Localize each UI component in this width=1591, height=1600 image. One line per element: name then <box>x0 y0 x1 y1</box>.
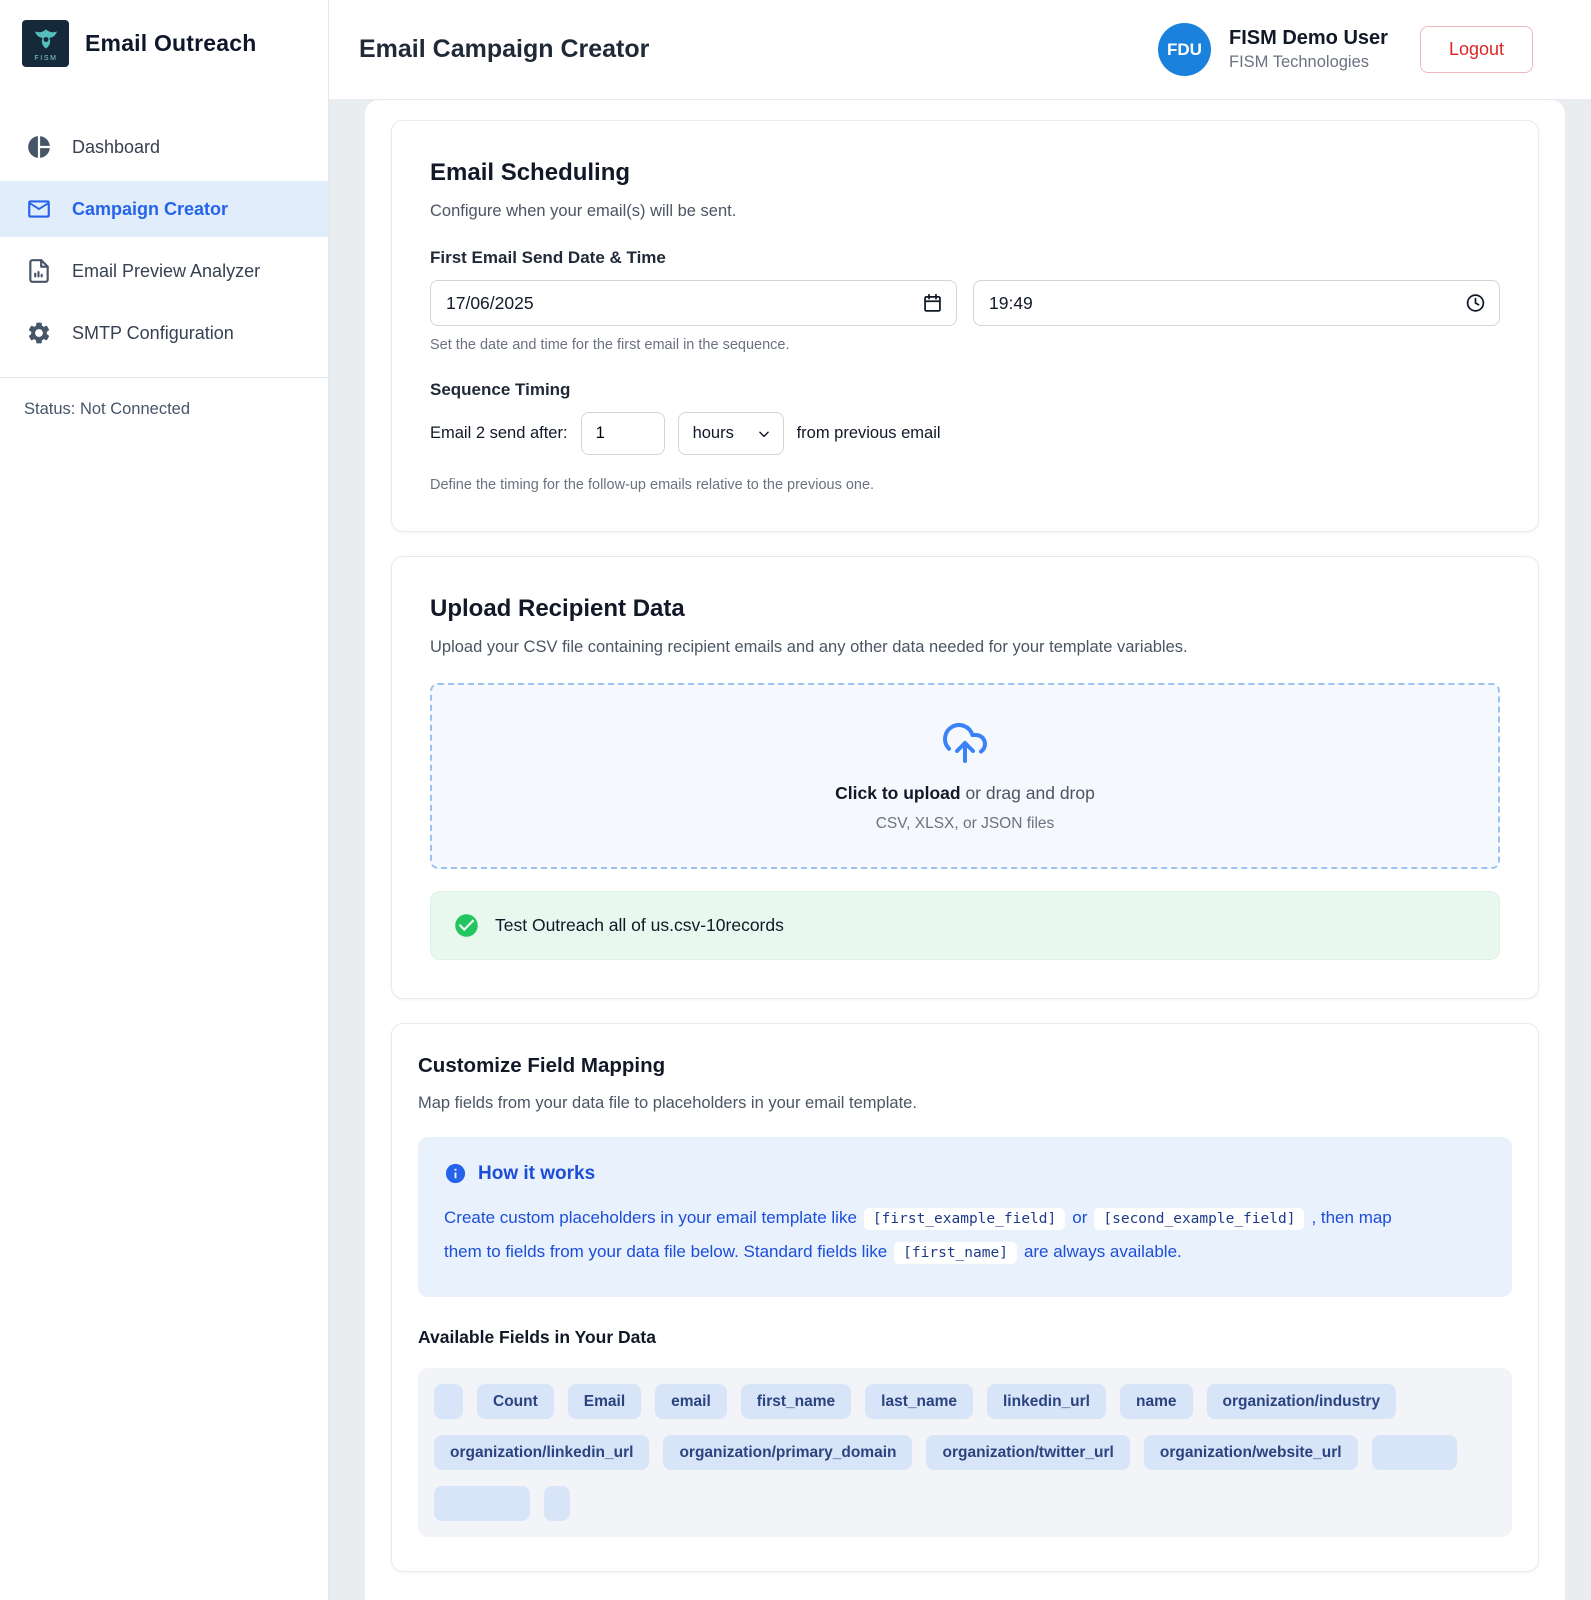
field-chip[interactable]: last_name <box>865 1384 973 1419</box>
sidebar-item-email-preview-analyzer[interactable]: Email Preview Analyzer <box>0 243 328 299</box>
how-it-works-text-4: are always available. <box>1024 1242 1182 1261</box>
mapping-title: Customize Field Mapping <box>418 1054 1512 1078</box>
page-title: Email Campaign Creator <box>359 35 649 64</box>
calendar-icon[interactable] <box>922 293 943 314</box>
sidebar-item-label: Email Preview Analyzer <box>72 258 260 284</box>
how-it-works-box: How it works Create custom placeholders … <box>418 1137 1512 1297</box>
sequence-unit-value: hours <box>693 424 734 443</box>
time-field <box>973 280 1500 326</box>
scrollbar-track[interactable] <box>1565 100 1591 1600</box>
sequence-suffix-label: from previous email <box>797 424 941 443</box>
upload-recipient-card: Upload Recipient Data Upload your CSV fi… <box>391 556 1539 999</box>
user-name: FISM Demo User <box>1229 27 1388 50</box>
how-it-works-text: Create custom placeholders in your email… <box>444 1201 1404 1269</box>
placeholder-code-1: [first_example_field] <box>864 1208 1065 1230</box>
field-chip[interactable]: linkedin_url <box>987 1384 1106 1419</box>
date-field <box>430 280 957 326</box>
field-chip[interactable]: organization/linkedin_url <box>434 1435 649 1470</box>
user-info: FISM Demo User FISM Technologies <box>1229 27 1388 72</box>
app-brand: FISM Email Outreach <box>0 0 328 85</box>
sequence-hours-input[interactable] <box>581 412 665 455</box>
field-chip[interactable]: organization/primary_domain <box>663 1435 912 1470</box>
upload-success-banner: Test Outreach all of us.csv-10records <box>430 891 1500 960</box>
sequence-unit-select[interactable]: hours <box>678 412 784 455</box>
file-dropzone[interactable]: Click to upload or drag and drop CSV, XL… <box>430 683 1500 869</box>
send-date-input[interactable] <box>430 280 957 326</box>
user-company: FISM Technologies <box>1229 53 1388 72</box>
dropzone-secondary-text: or drag and drop <box>965 783 1094 803</box>
page-header: Email Campaign Creator FDU FISM Demo Use… <box>329 0 1591 100</box>
envelope-icon <box>26 196 52 222</box>
placeholder-code-2: [second_example_field] <box>1094 1208 1304 1230</box>
sidebar-item-label: Dashboard <box>72 134 160 160</box>
sidebar-item-dashboard[interactable]: Dashboard <box>0 119 328 175</box>
field-chip[interactable] <box>434 1486 530 1521</box>
field-chip[interactable]: Count <box>477 1384 554 1419</box>
field-chip[interactable] <box>1372 1435 1457 1470</box>
available-fields-title: Available Fields in Your Data <box>418 1327 1512 1348</box>
send-time-input[interactable] <box>973 280 1500 326</box>
sequence-timing-label: Sequence Timing <box>430 380 1500 400</box>
first-send-help: Set the date and time for the first emai… <box>430 337 1500 353</box>
app-title: Email Outreach <box>85 30 257 57</box>
field-chip[interactable]: name <box>1120 1384 1193 1419</box>
avatar: FDU <box>1158 23 1211 76</box>
sidebar-item-label: Campaign Creator <box>72 196 228 222</box>
logout-button[interactable]: Logout <box>1420 26 1533 73</box>
upload-title: Upload Recipient Data <box>430 595 1500 623</box>
gear-icon <box>26 320 52 346</box>
field-chip[interactable]: organization/website_url <box>1144 1435 1358 1470</box>
upload-subtitle: Upload your CSV file containing recipien… <box>430 638 1500 657</box>
svg-text:FISM: FISM <box>34 54 57 61</box>
field-chip[interactable]: organization/industry <box>1207 1384 1397 1419</box>
sidebar-item-campaign-creator[interactable]: Campaign Creator <box>0 181 328 237</box>
check-circle-icon <box>453 912 480 939</box>
dropzone-hint: CSV, XLSX, or JSON files <box>876 815 1055 833</box>
info-icon <box>444 1162 467 1185</box>
field-chip[interactable]: organization/twitter_url <box>926 1435 1129 1470</box>
fism-logo: FISM <box>22 20 69 67</box>
sidebar-item-smtp-configuration[interactable]: SMTP Configuration <box>0 305 328 361</box>
field-chip[interactable]: Email <box>568 1384 641 1419</box>
document-chart-icon <box>26 258 52 284</box>
how-it-works-title: How it works <box>478 1163 595 1185</box>
field-mapping-card: Customize Field Mapping Map fields from … <box>391 1023 1539 1572</box>
pie-chart-icon <box>26 134 52 160</box>
sidebar-nav: Dashboard Campaign Creator Email Preview… <box>0 119 328 361</box>
chevron-down-icon <box>757 427 771 441</box>
sequence-prefix-label: Email 2 send after: <box>430 424 568 443</box>
sidebar-item-label: SMTP Configuration <box>72 320 234 346</box>
cloud-upload-icon <box>941 719 989 767</box>
content-panel: Email Scheduling Configure when your ema… <box>365 100 1565 1600</box>
how-it-works-text-1: Create custom placeholders in your email… <box>444 1208 857 1227</box>
field-chip[interactable] <box>434 1384 463 1419</box>
content-gutter-left <box>329 100 365 1600</box>
uploaded-file-name: Test Outreach all of us.csv-10records <box>495 915 784 936</box>
clock-icon[interactable] <box>1465 293 1486 314</box>
placeholder-code-3: [first_name] <box>894 1242 1017 1264</box>
smtp-status-text: Status: Not Connected <box>0 378 328 441</box>
dropzone-primary-text: Click to upload <box>835 783 960 803</box>
field-chip[interactable] <box>544 1486 570 1521</box>
how-it-works-text-2: or <box>1072 1208 1087 1227</box>
field-chip[interactable]: email <box>655 1384 727 1419</box>
scheduling-title: Email Scheduling <box>430 159 1500 187</box>
available-fields-list: Count Email email first_name last_name linked… <box>418 1368 1512 1537</box>
mapping-subtitle: Map fields from your data file to placeh… <box>418 1094 1512 1113</box>
main-content: Email Scheduling Configure when your ema… <box>329 100 1591 1600</box>
scheduling-subtitle: Configure when your email(s) will be sen… <box>430 202 1500 221</box>
sidebar: FISM Email Outreach Dashboard Campaign C… <box>0 0 329 1600</box>
email-scheduling-card: Email Scheduling Configure when your ema… <box>391 120 1539 532</box>
fism-logo-icon: FISM <box>26 24 66 64</box>
first-send-label: First Email Send Date & Time <box>430 248 1500 268</box>
field-chip[interactable]: first_name <box>741 1384 851 1419</box>
sequence-help: Define the timing for the follow-up emai… <box>430 477 1500 493</box>
